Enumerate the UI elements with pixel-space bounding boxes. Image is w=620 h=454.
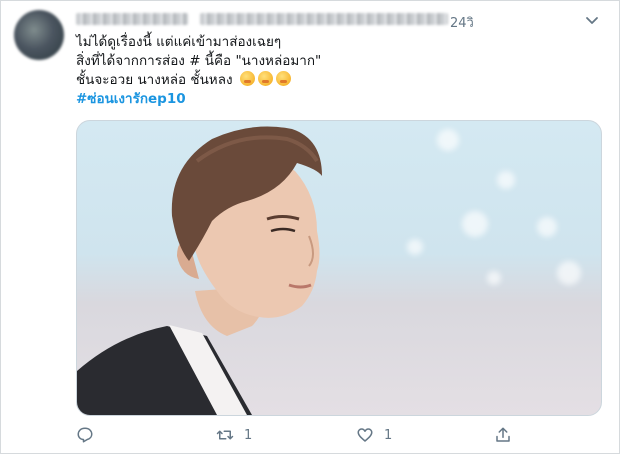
- tweet-line-3-text: ชั้นจะอวย นางหล่อ ชั้นหลง: [76, 72, 233, 88]
- share-icon: [496, 427, 510, 442]
- reply-button[interactable]: [76, 424, 104, 446]
- tweet-text: ไม่ได้ดูเรื่องนี้ แต่แค่เข้ามาส่องเฉยๆ ส…: [76, 33, 596, 109]
- emoji-icon: [257, 71, 273, 86]
- hashtag-text[interactable]: #ซ่อนเงารักep10: [76, 91, 186, 107]
- retweet-count: 1: [244, 427, 253, 443]
- like-count: 1: [384, 427, 393, 443]
- like-button[interactable]: 1: [356, 424, 392, 446]
- reply-icon: [77, 427, 93, 443]
- emoji-icon: [275, 71, 291, 86]
- hashtag-link[interactable]: #ซ่อนเงารักep10: [76, 90, 596, 109]
- tweet-line-1: ไม่ได้ดูเรื่องนี้ แต่แค่เข้ามาส่องเฉยๆ: [76, 34, 282, 50]
- tweet-header: 24วิ: [76, 10, 606, 33]
- blurred-username[interactable]: [200, 13, 448, 25]
- heart-icon: [357, 428, 373, 442]
- blurred-display-name[interactable]: [76, 13, 188, 25]
- tweet-timestamp[interactable]: 24วิ: [450, 12, 474, 33]
- retweet-icon: [216, 430, 234, 440]
- tweet-actions: 1 1: [76, 424, 526, 446]
- person-portrait: [77, 126, 322, 415]
- retweet-button[interactable]: 1: [216, 424, 252, 446]
- tweet-line-2: สิ่งที่ได้จากการส่อง # นี้คือ "นางหล่อมา…: [76, 53, 322, 69]
- tweet-line-3: ชั้นจะอวย นางหล่อ ชั้นหลง: [76, 71, 596, 90]
- emoji-icon: [239, 71, 255, 86]
- tweet-media-image[interactable]: [76, 120, 602, 416]
- avatar[interactable]: [14, 10, 64, 60]
- share-button[interactable]: [494, 424, 512, 446]
- chevron-down-icon[interactable]: [584, 12, 600, 28]
